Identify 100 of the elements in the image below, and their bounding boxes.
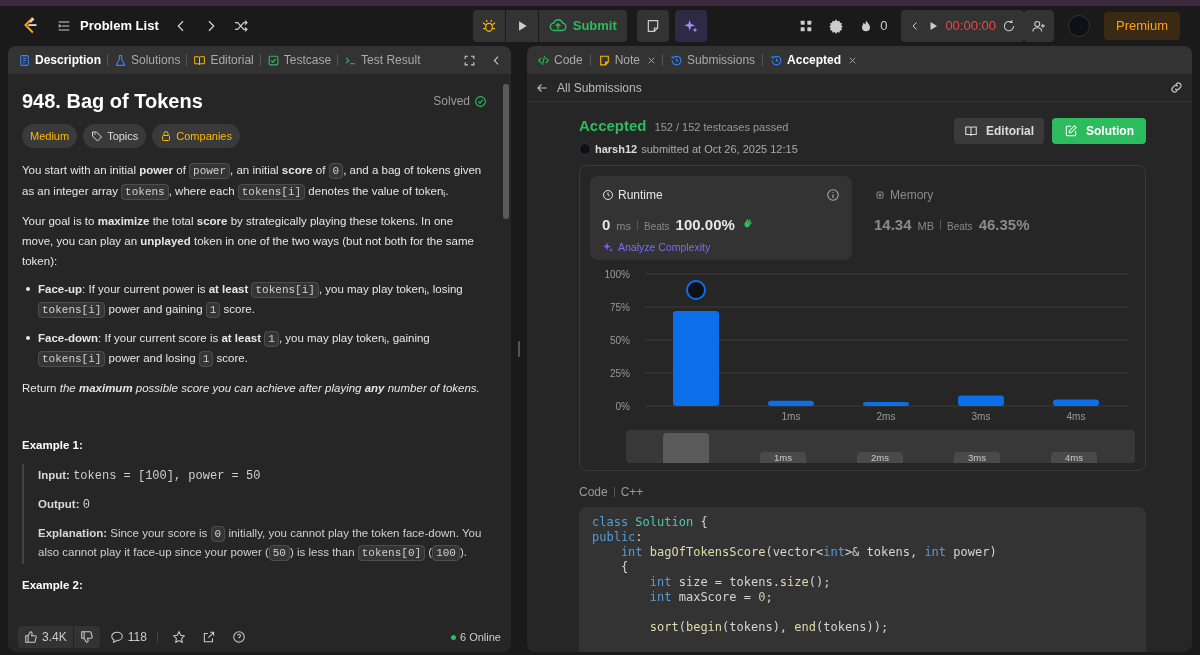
help-icon[interactable]: [231, 630, 246, 644]
analyze-complexity-link[interactable]: Analyze Complexity: [602, 239, 711, 256]
bullet-text: Face-down: If your current score is at least 1 , you may play token$_{i}$, gaining tokens[i] power and losing 1 score.: [38, 330, 431, 369]
sparkle-icon: [682, 18, 699, 34]
code-line: int size = tokens.size();: [648, 575, 831, 590]
example-line: Output: 0: [38, 497, 91, 514]
axis-tick-label: 0%: [615, 401, 630, 412]
reset-icon: [1002, 19, 1016, 33]
beats-label: Beats: [947, 220, 973, 234]
shuffle-icon[interactable]: [232, 18, 249, 34]
history-icon: [770, 53, 784, 67]
navigator-label: 1ms: [760, 452, 806, 463]
example-heading: Example 2:: [22, 578, 84, 593]
panel-tab[interactable]: Code: [535, 51, 585, 69]
code-line: {: [619, 560, 629, 575]
online-count: 6 Online: [460, 629, 501, 645]
note-icon: [597, 53, 611, 67]
chip-icon: [874, 189, 886, 201]
example-line: Explanation: Since your score is 0 initially, you cannot play the token face-down. You also cannot play it face-up since your power ( 50 ) is less than tokens[0] ( 100 ).: [38, 525, 483, 562]
share-icon[interactable]: [201, 630, 216, 644]
run-button[interactable]: [505, 10, 538, 42]
premium-button[interactable]: Premium: [1104, 12, 1180, 40]
axis-tick-label: 3ms: [971, 411, 991, 422]
link-icon[interactable]: [1169, 80, 1184, 95]
difficulty-tag[interactable]: Medium: [22, 124, 78, 148]
example-line: Input: tokens = [100], power = 50: [38, 468, 262, 485]
submitted-time: submitted at Oct 26, 2025 12:15: [641, 141, 798, 157]
timer-control[interactable]: 00:00:00: [901, 10, 1024, 42]
timer-value: 00:00:00: [945, 17, 996, 36]
axis-tick-label: 4ms: [1066, 411, 1086, 422]
debug-button[interactable]: [472, 10, 505, 42]
stat-value: 0: [602, 215, 611, 235]
submit-button[interactable]: Submit: [538, 10, 627, 42]
ai-assist-button[interactable]: [674, 10, 707, 42]
navigator-handle[interactable]: [663, 433, 709, 463]
checkbox-icon: [266, 53, 280, 67]
code-line: sort(begin(tokens), end(tokens));: [648, 620, 889, 635]
code-line: int maxScore = 0;: [648, 590, 773, 605]
topics-tag[interactable]: Topics: [83, 124, 147, 148]
thumbs-down-icon: [79, 630, 94, 644]
example-heading: Example 1:: [22, 438, 84, 453]
companies-tag[interactable]: Companies: [152, 124, 240, 148]
panel-tab[interactable]: Testcase: [264, 51, 334, 69]
panel-tab[interactable]: Note: [595, 51, 643, 69]
star-icon[interactable]: [171, 630, 186, 644]
user-position-marker: [686, 280, 706, 300]
accepted-status: Accepted: [579, 116, 647, 136]
code-line: public:: [592, 530, 643, 545]
runtime-stat-card[interactable]: Runtime 0 ms Beats 100.00% Analyze Complexity: [590, 176, 852, 260]
note-button[interactable]: [636, 10, 669, 42]
document-icon: [18, 53, 31, 67]
solved-status: Solved: [433, 93, 470, 110]
edit-icon: [1064, 124, 1078, 138]
clock-icon: [602, 189, 614, 201]
panel-tab[interactable]: Test Result: [342, 51, 423, 69]
lock-icon: [160, 130, 173, 142]
code-line: class Solution {: [592, 515, 708, 530]
panel-tab[interactable]: Editorial: [191, 51, 256, 69]
settings-icon[interactable]: [828, 18, 845, 34]
code-icon: [537, 53, 550, 67]
beats-value: 46.35%: [978, 215, 1030, 235]
panel-tab[interactable]: Description: [16, 51, 103, 69]
description-paragraph: Return the maximum possible score you can achieve after playing any number of tokens.: [22, 381, 481, 396]
axis-tick-label: 50%: [610, 335, 630, 346]
code-label: Code: [579, 484, 608, 501]
expand-icon[interactable]: [463, 53, 476, 67]
problem-list-button[interactable]: Problem List: [56, 16, 159, 36]
panel-tab[interactable]: Submissions: [668, 51, 758, 69]
panel-resize-handle[interactable]: [518, 341, 520, 357]
info-icon[interactable]: [826, 188, 840, 202]
check-circle-icon: [474, 94, 487, 108]
axis-tick-label: 25%: [610, 368, 630, 379]
memory-stat-card[interactable]: Memory 14.34 MB Beats 46.35%: [862, 176, 1124, 260]
chart-navigator[interactable]: 1ms 2ms 3ms 4ms: [626, 430, 1135, 463]
username: harsh12: [595, 141, 638, 157]
user-avatar: [579, 142, 591, 155]
flask-icon: [114, 53, 127, 67]
bug-icon: [480, 18, 497, 34]
panel-tab[interactable]: Accepted: [768, 51, 844, 69]
description-paragraph: Your goal is to maximize the total score by strategically playing these tokens. In one move, you can play an unplayed token in one of the two ways (but not both for the same token):: [22, 214, 475, 269]
stat-label: Memory: [890, 187, 934, 204]
stat-value: 14.34: [874, 215, 912, 235]
navigator-label: 3ms: [954, 452, 1000, 463]
history-icon: [670, 53, 684, 67]
editorial-button[interactable]: Editorial: [954, 118, 1044, 144]
stat-unit: ms: [616, 219, 631, 234]
panel-tab[interactable]: Solutions: [112, 51, 183, 69]
axis-tick-label: 100%: [604, 269, 630, 280]
comments-button[interactable]: 118: [109, 628, 147, 646]
streak-count: 0: [880, 17, 888, 36]
comment-icon: [109, 630, 124, 644]
add-user-button[interactable]: [1024, 10, 1054, 42]
bullet-text: Face-up: If your current power is at least tokens[i] , you may play token$_{i}$, losing tokens[i] power and gaining 1 score.: [38, 281, 464, 320]
bullet-icon: [26, 336, 30, 340]
beats-value: 100.00%: [675, 215, 735, 235]
list-icon: [56, 18, 72, 34]
user-avatar: [1068, 15, 1090, 37]
all-submissions-link[interactable]: All Submissions: [535, 78, 642, 97]
book-icon: [964, 124, 978, 138]
tag-icon: [91, 130, 104, 142]
